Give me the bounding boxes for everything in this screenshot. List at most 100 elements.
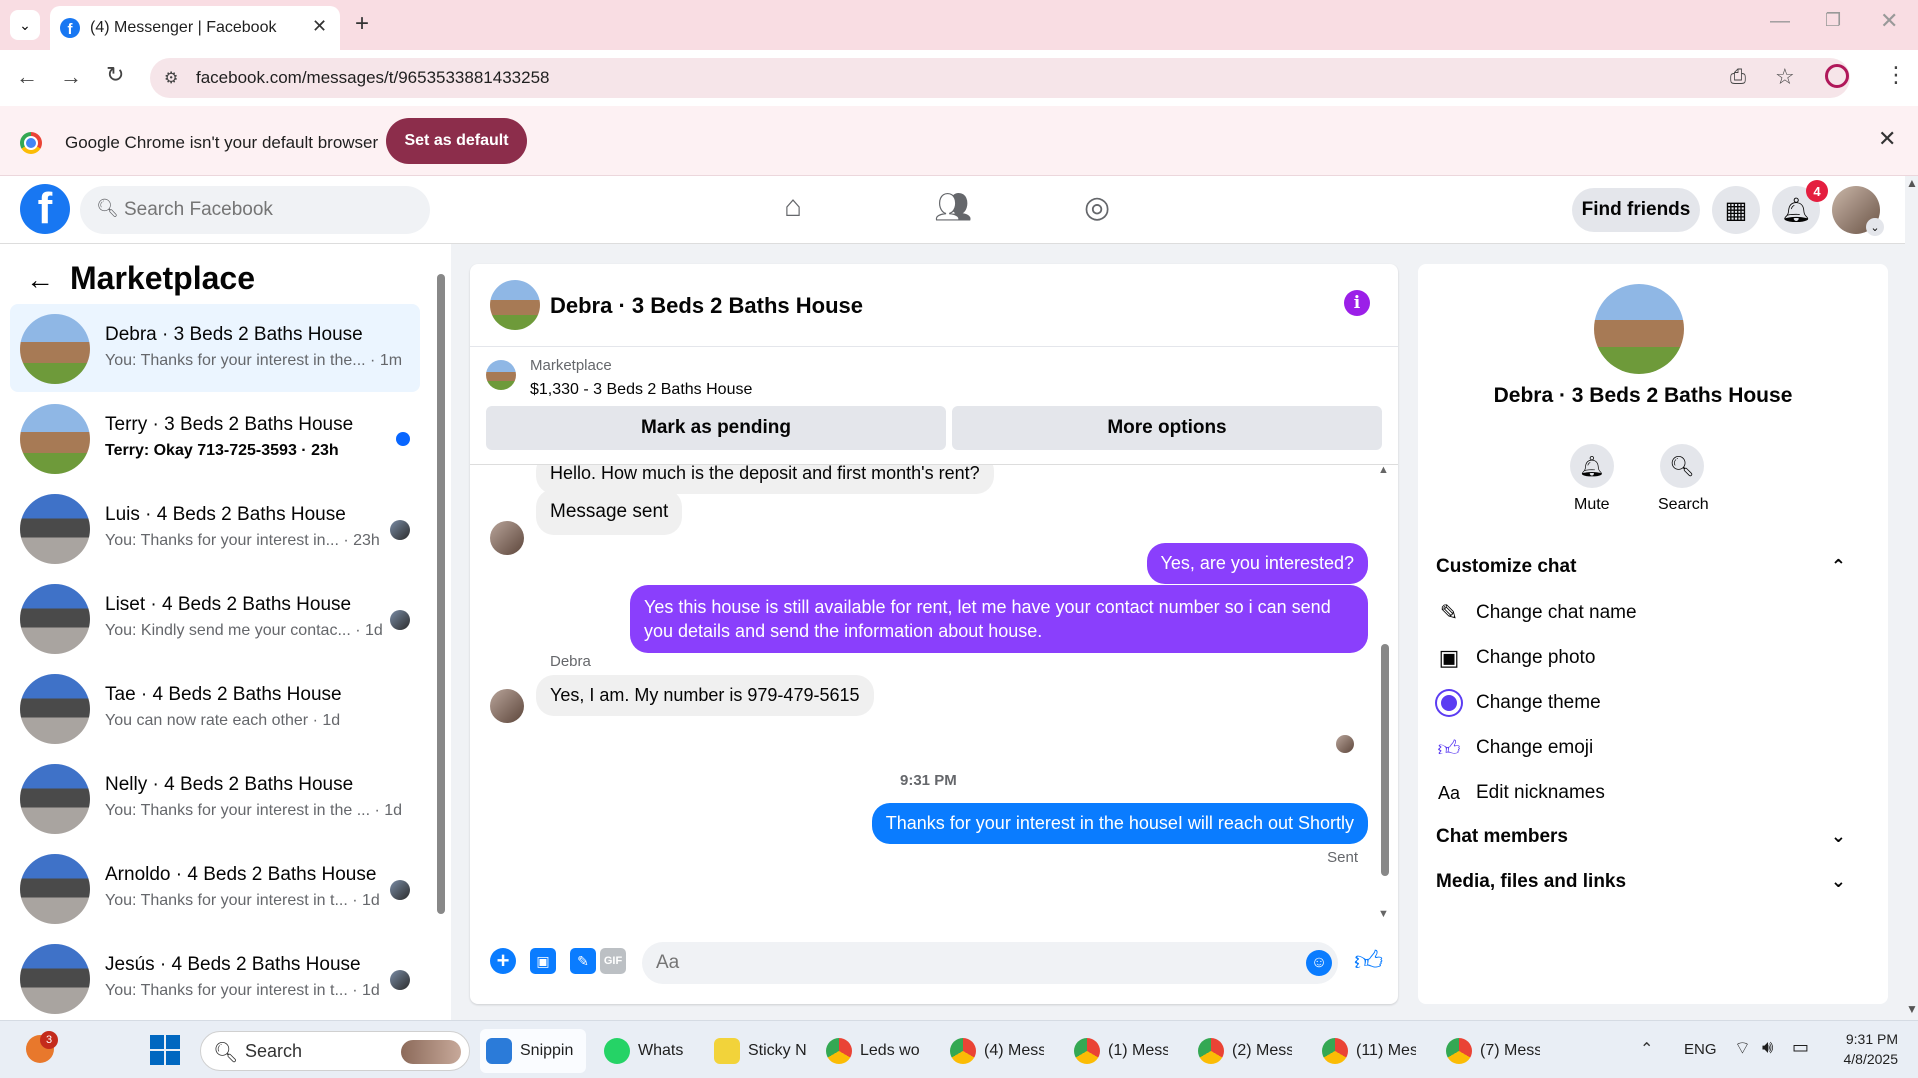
- window-close-icon[interactable]: ✕: [1880, 8, 1898, 34]
- change-chat-name-option[interactable]: ✎ Change chat name: [1436, 600, 1846, 640]
- taskbar-app-chrome[interactable]: (11) Mess: [1322, 1029, 1416, 1073]
- wifi-icon[interactable]: ⌔: [1734, 1037, 1751, 1060]
- incoming-message[interactable]: Yes, I am. My number is 979-479-5615: [536, 675, 874, 716]
- clock-date[interactable]: 4/8/2025: [1828, 1051, 1899, 1067]
- change-emoji-option[interactable]: 👍︎ Change emoji: [1436, 735, 1846, 775]
- conversation-item[interactable]: Nelly · 4 Beds 2 Baths House You: Thanks…: [10, 754, 420, 842]
- chevron-up-icon[interactable]: ⌃: [1640, 1039, 1653, 1059]
- change-theme-option[interactable]: Change theme: [1436, 690, 1846, 730]
- sticker-icon[interactable]: ✎: [570, 948, 596, 974]
- taskbar-app-chrome[interactable]: (2) Messe: [1198, 1029, 1292, 1073]
- conversation-item[interactable]: Luis · 4 Beds 2 Baths House You: Thanks …: [10, 484, 420, 572]
- groups-icon[interactable]: ◎: [1084, 190, 1110, 225]
- new-tab-icon[interactable]: +: [355, 10, 369, 38]
- input-language[interactable]: ENG: [1684, 1041, 1717, 1058]
- url-text[interactable]: facebook.com/messages/t/9653533881433258: [196, 68, 549, 88]
- install-app-icon[interactable]: ⎙: [1730, 66, 1746, 89]
- tab-search-button[interactable]: ⌄: [10, 10, 40, 40]
- chrome-icon: [950, 1038, 976, 1064]
- kebab-menu-icon[interactable]: ⋮: [1885, 62, 1907, 88]
- forward-arrow-icon[interactable]: →: [60, 64, 82, 90]
- set-default-button[interactable]: Set as default: [386, 118, 527, 164]
- conversation-item[interactable]: Debra · 3 Beds 2 Baths House You: Thanks…: [10, 304, 420, 392]
- battery-icon[interactable]: ▭: [1792, 1037, 1809, 1058]
- taskbar-search[interactable]: 🔍︎ Search: [200, 1031, 470, 1071]
- scroll-down-icon[interactable]: ▼: [1378, 908, 1389, 920]
- scroll-up-icon[interactable]: ▲: [1378, 464, 1389, 476]
- scrollbar[interactable]: [1381, 644, 1389, 876]
- search-input[interactable]: [124, 193, 414, 227]
- taskbar-app-chrome[interactable]: (1) Messe: [1074, 1029, 1168, 1073]
- incoming-message[interactable]: Message sent: [536, 489, 683, 535]
- divider: [470, 346, 1398, 347]
- emoji-icon[interactable]: ☺: [1306, 950, 1332, 976]
- edit-nicknames-option[interactable]: Aa Edit nicknames: [1436, 780, 1846, 820]
- listing-thumbnail[interactable]: [486, 360, 516, 390]
- bookmark-star-icon[interactable]: ☆: [1775, 64, 1795, 90]
- conversation-item[interactable]: Arnoldo · 4 Beds 2 Baths House You: Than…: [10, 844, 420, 932]
- chat-members-section[interactable]: Chat members ⌄: [1436, 826, 1846, 866]
- gif-icon[interactable]: GIF: [600, 948, 626, 974]
- minimize-icon[interactable]: —: [1770, 10, 1790, 33]
- back-arrow-icon[interactable]: ←: [16, 64, 38, 90]
- conversation-item[interactable]: Tae · 4 Beds 2 Baths House You can now r…: [10, 664, 420, 752]
- taskbar-app-sticky-notes[interactable]: Sticky N: [714, 1029, 808, 1073]
- scrollbar[interactable]: [437, 274, 445, 914]
- find-friends-button[interactable]: Find friends: [1572, 188, 1700, 232]
- photo-icon[interactable]: ▣: [530, 948, 556, 974]
- outgoing-message[interactable]: Yes this house is still available for re…: [630, 585, 1368, 653]
- browser-tab[interactable]: f (4) Messenger | Facebook ✕: [50, 6, 340, 50]
- message-input[interactable]: [642, 942, 1338, 984]
- outgoing-message[interactable]: Thanks for your interest in the houseI w…: [871, 803, 1368, 844]
- chat-title[interactable]: Debra · 3 Beds 2 Baths House: [550, 293, 863, 319]
- clock-time[interactable]: 9:31 PM: [1838, 1031, 1898, 1047]
- thumbs-up-icon[interactable]: 👍︎: [1354, 944, 1383, 978]
- scroll-down-icon[interactable]: ▼: [1906, 1002, 1918, 1016]
- back-arrow-icon[interactable]: ←: [26, 264, 54, 296]
- search-icon[interactable]: 🔍︎: [1660, 444, 1704, 488]
- conversation-item[interactable]: Jesús · 4 Beds 2 Baths House You: Thanks…: [10, 934, 420, 1022]
- mute-label[interactable]: Mute: [1574, 496, 1610, 514]
- media-files-links-section[interactable]: Media, files and links ⌄: [1436, 871, 1846, 911]
- address-bar[interactable]: ⚙ facebook.com/messages/t/96535338814332…: [150, 58, 1850, 98]
- site-settings-icon[interactable]: ⚙: [164, 68, 178, 88]
- avatar[interactable]: [490, 521, 524, 555]
- chat-avatar[interactable]: [1594, 284, 1684, 374]
- volume-icon[interactable]: 🔊︎: [1762, 1037, 1773, 1058]
- info-icon[interactable]: i: [1344, 290, 1370, 316]
- chevron-down-icon[interactable]: ⌄: [1866, 218, 1884, 236]
- taskbar-app-snipping[interactable]: Snippin: [480, 1029, 586, 1073]
- section-label: Media, files and links: [1436, 871, 1627, 892]
- plus-icon[interactable]: +: [490, 948, 516, 974]
- windows-start-icon[interactable]: [150, 1035, 180, 1065]
- chat-avatar[interactable]: [490, 280, 540, 330]
- outgoing-message[interactable]: Yes, are you interested?: [1146, 543, 1368, 584]
- profile-icon[interactable]: [1825, 64, 1849, 88]
- conversation-item[interactable]: Terry · 3 Beds 2 Baths House Terry: Okay…: [10, 394, 420, 482]
- taskbar-app-chrome[interactable]: (4) Mess: [950, 1029, 1044, 1073]
- reload-icon[interactable]: ↻: [106, 62, 124, 88]
- scroll-up-icon[interactable]: ▲: [1906, 176, 1918, 190]
- taskbar-app-whatsapp[interactable]: Whats: [604, 1029, 698, 1073]
- change-photo-option[interactable]: ▣ Change photo: [1436, 645, 1846, 685]
- bell-icon[interactable]: 🔔︎: [1570, 444, 1614, 488]
- facebook-favicon-icon: f: [60, 18, 80, 38]
- mark-as-pending-button[interactable]: Mark as pending: [486, 406, 946, 450]
- listing-price[interactable]: $1,330 - 3 Beds 2 Baths House: [530, 381, 752, 399]
- section-label: Customize chat: [1436, 556, 1577, 577]
- more-options-button[interactable]: More options: [952, 406, 1382, 450]
- close-icon[interactable]: ✕: [1878, 126, 1896, 152]
- facebook-search[interactable]: 🔍︎: [80, 186, 430, 234]
- taskbar-app-chrome[interactable]: Leds wor: [826, 1029, 920, 1073]
- home-icon[interactable]: ⌂: [784, 190, 802, 224]
- close-tab-icon[interactable]: ✕: [312, 16, 327, 37]
- taskbar-app-chrome[interactable]: (7) Messe: [1446, 1029, 1540, 1073]
- conversation-item[interactable]: Liset · 4 Beds 2 Baths House You: Kindly…: [10, 574, 420, 662]
- search-label[interactable]: Search: [1658, 496, 1709, 514]
- avatar[interactable]: [490, 689, 524, 723]
- menu-grid-icon[interactable]: ▦: [1712, 186, 1760, 234]
- friends-icon[interactable]: 👥︎: [934, 190, 972, 225]
- facebook-logo-icon[interactable]: f: [20, 184, 70, 234]
- restore-icon[interactable]: ❐: [1825, 10, 1841, 31]
- customize-chat-section[interactable]: Customize chat ⌃: [1436, 556, 1846, 596]
